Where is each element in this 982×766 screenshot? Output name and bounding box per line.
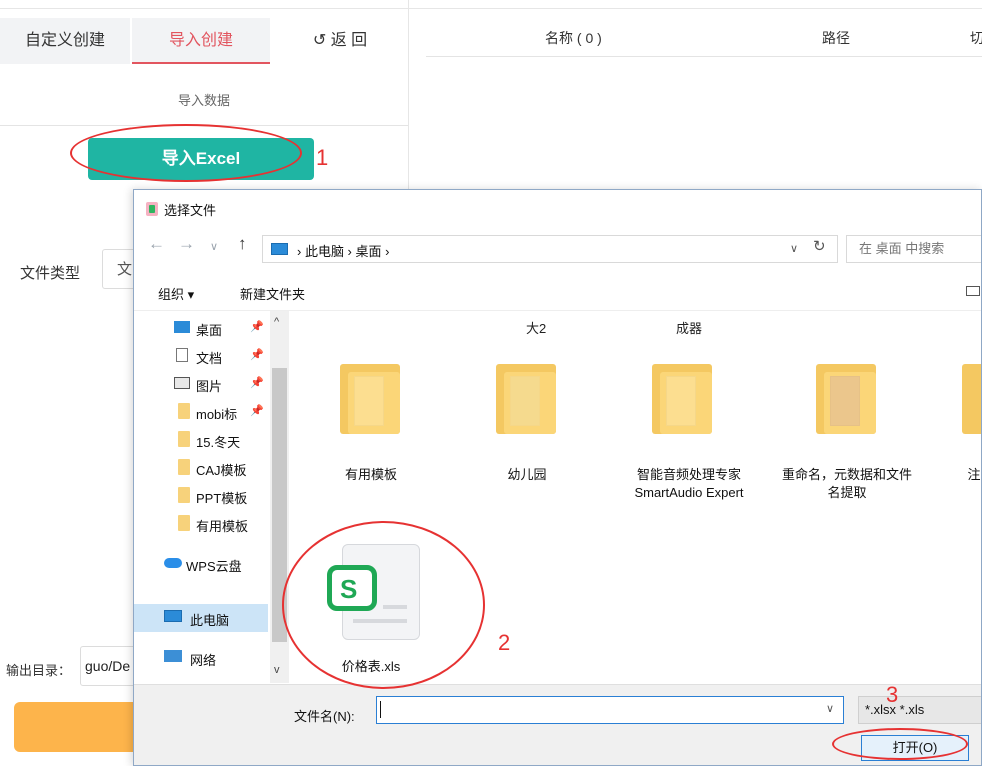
computer-icon [164,610,182,622]
top-border [0,8,982,9]
annotation-number-2: 2 [498,630,511,655]
back-button[interactable]: ↺ 返 回 [272,18,408,64]
address-dropdown-icon[interactable]: ∨ [790,242,798,255]
nav-item-useful-templates[interactable]: 有用模板 [134,510,268,538]
folder-icon [340,356,400,434]
tab-import-create[interactable]: 导入创建 [132,18,270,64]
forward-arrow-icon[interactable]: → [178,234,195,254]
address-bar[interactable]: › 此电脑 › 桌面 › [262,235,838,263]
desktop-icon [174,321,190,333]
column-header-path[interactable]: 路径 [822,28,850,48]
panel-divider [408,0,409,190]
partial-file-label: 成器 [676,321,703,336]
file-item-kindergarten[interactable]: 幼儿园 [462,350,592,482]
recent-dropdown-icon[interactable]: ∨ [210,240,218,253]
file-item-rename-metadata[interactable]: 重命名，元数据和文件名提取 [782,350,912,500]
folder-icon [178,515,190,531]
toolbar-divider [134,310,981,311]
nav-item-desktop[interactable]: 桌面 📌 [134,314,268,342]
annotation-ellipse-2 [282,521,485,689]
annotation-ellipse-1 [70,124,302,182]
document-icon [176,348,188,362]
annotation-number-1: 1 [316,145,329,170]
folder-icon [652,356,712,434]
file-type-label: 文件类型 [20,265,81,282]
folder-icon [816,356,876,434]
nav-item-wps-cloud[interactable]: WPS云盘 [134,550,268,578]
pin-icon: 📌 [250,377,264,389]
file-type-filter[interactable]: *.xlsx *.xls [858,696,981,724]
annotation-ellipse-3 [832,728,968,760]
annotation-number-3: 3 [886,682,899,707]
folder-icon [178,403,190,419]
nav-item-mobi[interactable]: mobi标 📌 [134,398,268,426]
tab-custom-create[interactable]: 自定义创建 [0,18,130,64]
folder-icon [178,459,190,475]
view-options-icon[interactable] [966,286,980,296]
file-dialog: 选择文件 ← → ∨ ↑ › 此电脑 › 桌面 › ∨ ↻ 在 桌面 中搜索 组… [133,189,982,766]
scroll-up-icon[interactable]: ^ [274,316,279,328]
back-arrow-icon[interactable]: ← [148,234,165,254]
output-dir-label: 输出目录： [6,663,72,678]
partial-file-label: 大2 [526,321,547,336]
refresh-icon[interactable]: ↻ [813,237,826,255]
dialog-title: 选择文件 [164,203,217,218]
file-item-smartaudio[interactable]: 智能音频处理专家 SmartAudio Expert [624,350,754,500]
folder-icon [962,356,981,434]
folder-icon [178,487,190,503]
cloud-icon [164,558,182,568]
pin-icon: 📌 [250,349,264,361]
pin-icon: 📌 [250,405,264,417]
nav-item-pictures[interactable]: 图片 📌 [134,370,268,398]
column-header-name[interactable]: 名称 ( 0 ) [545,28,602,48]
filename-dropdown-icon[interactable]: ∨ [826,702,834,715]
dialog-app-icon [146,202,158,216]
breadcrumb[interactable]: › 此电脑 › 桌面 › [297,241,389,260]
nav-item-network[interactable]: 网络 [134,644,268,672]
table-header [426,18,982,57]
nav-item-this-pc[interactable]: 此电脑 [134,604,268,632]
section-label: 导入数据 [177,93,230,108]
file-item-partial[interactable]: 注 [924,350,981,482]
network-icon [164,650,182,662]
organize-menu[interactable]: 组织 ▾ [158,284,194,303]
nav-item-caj[interactable]: CAJ模板 [134,454,268,482]
file-item-useful-templates[interactable]: 有用模板 [306,350,436,482]
nav-item-documents[interactable]: 文档 📌 [134,342,268,370]
new-folder-button[interactable]: 新建文件夹 [240,284,305,303]
folder-icon [178,431,190,447]
computer-icon [271,243,288,255]
nav-item-winter[interactable]: 15.冬天 [134,426,268,454]
up-arrow-icon[interactable]: ↑ [238,234,247,254]
scroll-down-icon[interactable]: v [274,664,280,676]
filename-label: 文件名(N): [294,709,355,724]
filename-input[interactable] [376,696,844,724]
search-input[interactable]: 在 桌面 中搜索 [846,235,981,263]
nav-item-ppt[interactable]: PPT模板 [134,482,268,510]
pin-icon: 📌 [250,321,264,333]
column-header-partial[interactable]: 切 [970,28,982,48]
folder-icon [496,356,556,434]
picture-icon [174,377,190,389]
text-caret [380,701,381,718]
